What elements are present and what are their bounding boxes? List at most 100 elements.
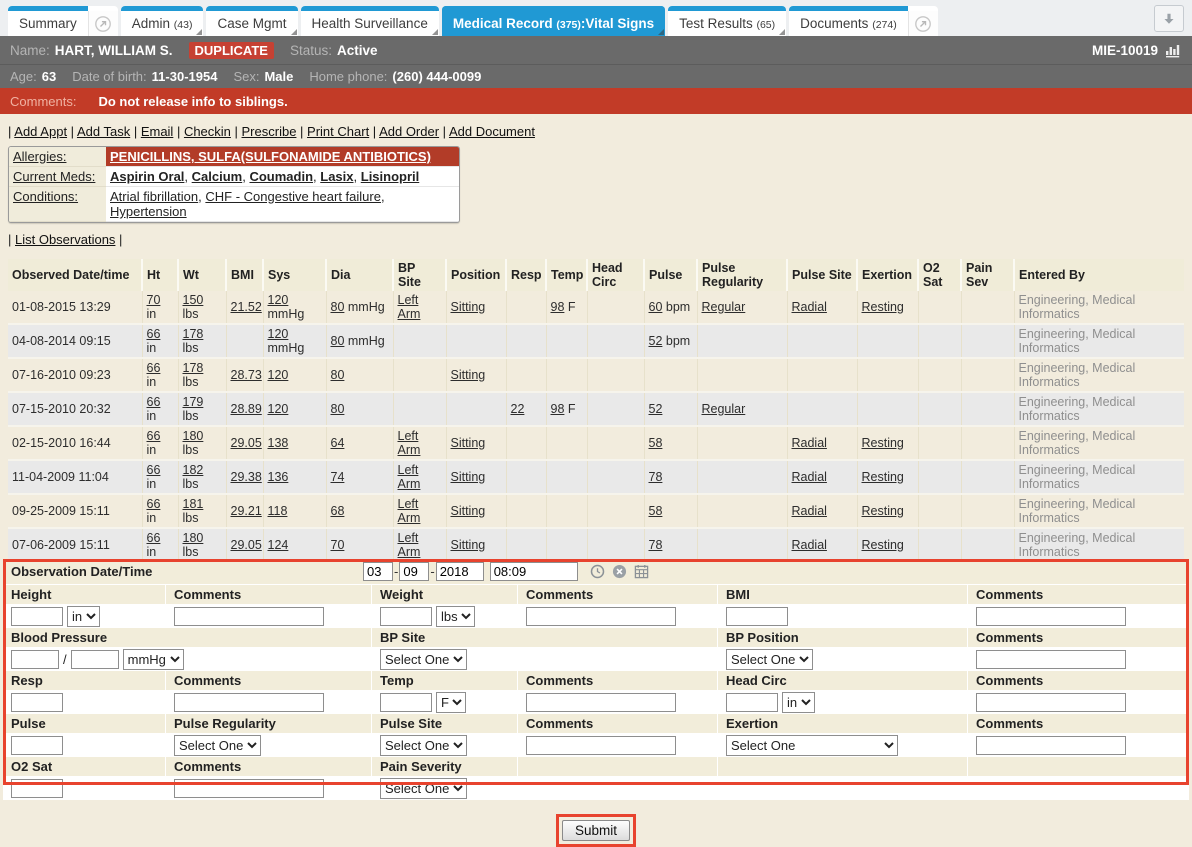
action-checkin[interactable]: Checkin [184, 124, 231, 139]
popout-button[interactable] [88, 11, 118, 36]
obs-value-link[interactable]: 80 [331, 334, 345, 348]
obs-value-link[interactable]: 28.89 [231, 402, 262, 416]
obs-value-link[interactable]: Sitting [451, 368, 486, 382]
obs-value-link[interactable]: Left Arm [398, 463, 421, 491]
pain-severity-select[interactable]: Select One [380, 778, 467, 799]
download-button[interactable] [1154, 5, 1184, 32]
temp-unit-select[interactable]: F [436, 692, 466, 713]
pulse-comments-input[interactable] [526, 736, 676, 755]
bp-systolic-input[interactable] [11, 650, 59, 669]
tab-summary[interactable]: Summary [8, 6, 88, 36]
obs-value-link[interactable]: Radial [792, 470, 827, 484]
obs-value-link[interactable]: 29.05 [231, 436, 262, 450]
obs-value-link[interactable]: 29.21 [231, 504, 262, 518]
conditions-link[interactable]: Conditions: [13, 189, 78, 204]
obs-value-link[interactable]: 52 [649, 334, 663, 348]
obs-value-link[interactable]: 120 [268, 402, 289, 416]
obs-value-link[interactable]: 150 [183, 293, 204, 307]
exertion-select[interactable]: Select One [726, 735, 898, 756]
obs-value-link[interactable]: 70 [331, 538, 345, 552]
obs-value-link[interactable]: 78 [649, 470, 663, 484]
obs-value-link[interactable]: 66 [147, 361, 161, 375]
obs-value-link[interactable]: 179 [183, 395, 204, 409]
obs-value-link[interactable]: Sitting [451, 504, 486, 518]
obs-value-link[interactable]: 80 [331, 368, 345, 382]
obs-value-link[interactable]: 182 [183, 463, 204, 477]
bp-comments-input[interactable] [976, 650, 1126, 669]
action-add-task[interactable]: Add Task [77, 124, 130, 139]
o2-comments-input[interactable] [174, 779, 324, 798]
condition-hypertension[interactable]: Hypertension [110, 204, 187, 219]
obs-value-link[interactable]: 66 [147, 429, 161, 443]
height-comments-input[interactable] [174, 607, 324, 626]
height-unit-select[interactable]: in [67, 606, 100, 627]
condition-chf-congestive-heart-failure[interactable]: CHF - Congestive heart failure [205, 189, 381, 204]
temp-input[interactable] [380, 693, 432, 712]
obs-value-link[interactable]: 178 [183, 361, 204, 375]
bp-diastolic-input[interactable] [71, 650, 119, 669]
weight-comments-input[interactable] [526, 607, 676, 626]
obs-value-link[interactable]: 118 [268, 504, 288, 518]
obs-value-link[interactable]: Radial [792, 504, 827, 518]
flowsheet-chart-icon[interactable] [1165, 43, 1182, 58]
obs-value-link[interactable]: 136 [268, 470, 289, 484]
obs-value-link[interactable]: 78 [649, 538, 663, 552]
tab-test-results[interactable]: Test Results (65) [668, 6, 786, 36]
obs-value-link[interactable]: Resting [862, 470, 904, 484]
med-coumadin[interactable]: Coumadin [249, 169, 313, 184]
obs-value-link[interactable]: Radial [792, 436, 827, 450]
bp-site-select[interactable]: Select One [380, 649, 467, 670]
tab-case-mgmt[interactable]: Case Mgmt [206, 6, 297, 36]
obs-value-link[interactable]: 66 [147, 531, 161, 545]
obs-value-link[interactable]: 66 [147, 497, 161, 511]
obs-value-link[interactable]: 120 [268, 368, 289, 382]
obs-value-link[interactable]: 80 [331, 300, 345, 314]
o2-sat-input[interactable] [11, 779, 63, 798]
tab-documents[interactable]: Documents (274) [789, 6, 908, 36]
action-add-appt[interactable]: Add Appt [14, 124, 67, 139]
obs-value-link[interactable]: Sitting [451, 538, 486, 552]
obs-value-link[interactable]: 21.52 [231, 300, 262, 314]
obs-value-link[interactable]: Regular [702, 402, 746, 416]
height-input[interactable] [11, 607, 63, 626]
weight-input[interactable] [380, 607, 432, 626]
obs-value-link[interactable]: 68 [331, 504, 345, 518]
obs-value-link[interactable]: Left Arm [398, 429, 421, 457]
action-email[interactable]: Email [141, 124, 174, 139]
obs-year-input[interactable] [436, 562, 484, 581]
obs-value-link[interactable]: 138 [268, 436, 289, 450]
obs-value-link[interactable]: 58 [649, 504, 663, 518]
med-aspirin-oral[interactable]: Aspirin Oral [110, 169, 184, 184]
med-lisinopril[interactable]: Lisinopril [361, 169, 420, 184]
obs-value-link[interactable]: Sitting [451, 470, 486, 484]
submit-button[interactable]: Submit [562, 820, 630, 841]
obs-time-input[interactable] [490, 562, 578, 581]
tab-health-surveillance[interactable]: Health Surveillance [301, 6, 439, 36]
obs-value-link[interactable]: Regular [702, 300, 746, 314]
pulse-input[interactable] [11, 736, 63, 755]
obs-value-link[interactable]: 60 [649, 300, 663, 314]
bp-unit-select[interactable]: mmHg [123, 649, 184, 670]
action-add-order[interactable]: Add Order [379, 124, 439, 139]
obs-value-link[interactable]: Left Arm [398, 293, 421, 321]
obs-value-link[interactable]: 80 [331, 402, 345, 416]
obs-value-link[interactable]: 120 [268, 327, 289, 341]
bmi-comments-input[interactable] [976, 607, 1126, 626]
head-circ-comments-input[interactable] [976, 693, 1126, 712]
head-circ-unit-select[interactable]: in [782, 692, 815, 713]
obs-value-link[interactable]: Radial [792, 538, 827, 552]
obs-value-link[interactable]: 98 [551, 402, 565, 416]
med-calcium[interactable]: Calcium [192, 169, 243, 184]
popout-button[interactable] [908, 11, 938, 36]
clock-icon[interactable] [590, 564, 605, 579]
action-print-chart[interactable]: Print Chart [307, 124, 369, 139]
obs-value-link[interactable]: 124 [268, 538, 289, 552]
obs-value-link[interactable]: Resting [862, 538, 904, 552]
obs-value-link[interactable]: 58 [649, 436, 663, 450]
obs-value-link[interactable]: Resting [862, 436, 904, 450]
obs-value-link[interactable]: 28.73 [231, 368, 262, 382]
calendar-icon[interactable] [634, 564, 649, 579]
obs-value-link[interactable]: 66 [147, 327, 161, 341]
obs-value-link[interactable]: 180 [183, 429, 204, 443]
obs-value-link[interactable]: 70 [147, 293, 161, 307]
